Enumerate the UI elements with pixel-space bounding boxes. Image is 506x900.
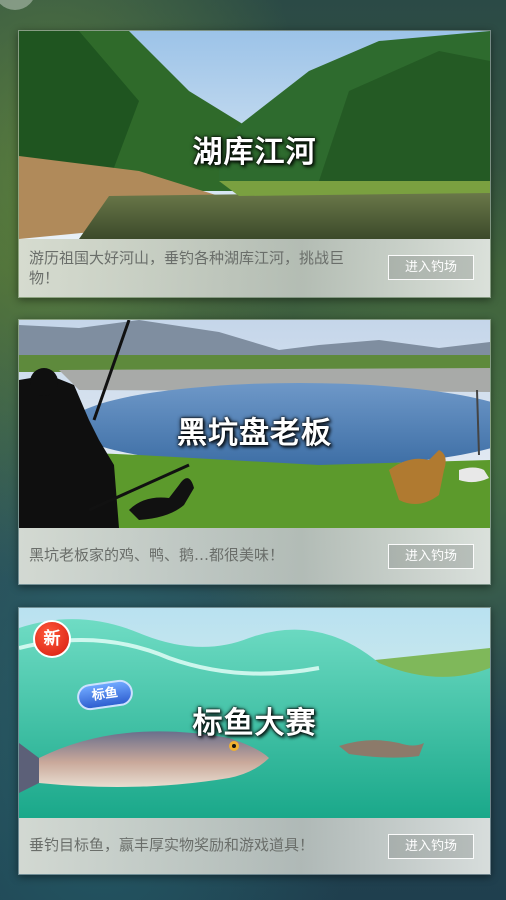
card-footer: 游历祖国大好河山，垂钓各种湖库江河，挑战巨物！ 进入钓场 [19,239,490,297]
enter-fishing-spot-button[interactable]: 进入钓场 [388,544,474,569]
enter-fishing-spot-button[interactable]: 进入钓场 [388,834,474,859]
new-badge: 新 [33,620,71,658]
card-description: 黑坑老板家的鸡、鸭、鹅…都很美味！ [29,546,285,564]
card-title: 标鱼大赛 [192,706,317,741]
card-black-pit[interactable]: 黑坑盘老板 黑坑老板家的鸡、鸭、鹅…都很美味！ 进入钓场 [18,319,491,585]
card-description: 垂钓目标鱼，赢丰厚实物奖励和游戏道具！ [29,836,315,854]
card-footer: 黑坑老板家的鸡、鸭、鹅…都很美味！ 进入钓场 [19,528,490,584]
card-footer: 垂钓目标鱼，赢丰厚实物奖励和游戏道具！ 进入钓场 [19,818,490,874]
card-title: 黑坑盘老板 [177,416,332,451]
card-title: 湖库江河 [192,135,317,170]
enter-fishing-spot-button[interactable]: 进入钓场 [388,255,474,280]
card-description: 游历祖国大好河山，垂钓各种湖库江河，挑战巨物！ [29,249,345,287]
card-target-fish-contest[interactable]: 新 标鱼 标鱼大赛 垂钓目标鱼，赢丰厚实物奖励和游戏道具！ 进入钓场 [18,607,491,875]
back-button[interactable] [0,0,36,10]
card-lake-river[interactable]: 湖库江河 游历祖国大好河山，垂钓各种湖库江河，挑战巨物！ 进入钓场 [18,30,491,298]
